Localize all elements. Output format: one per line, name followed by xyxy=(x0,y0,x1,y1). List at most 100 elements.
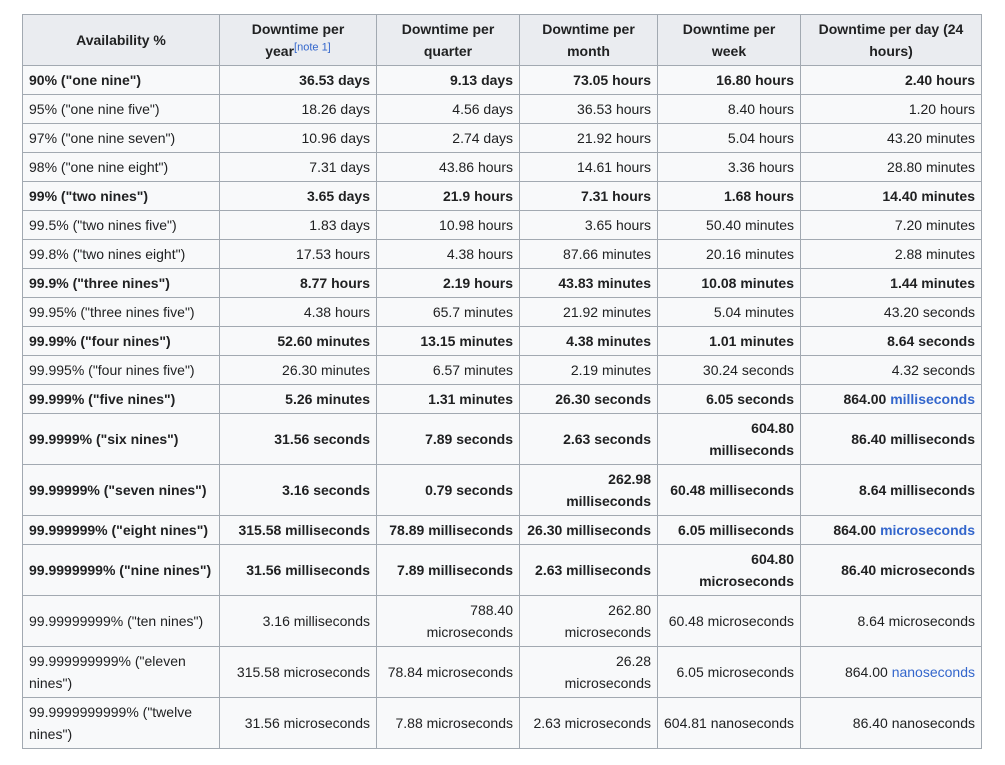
cell-value: 2.19 hours xyxy=(442,275,513,291)
cell-value: 604.80 milliseconds xyxy=(709,420,794,458)
cell-value: 99.9% ("three nines") xyxy=(29,275,170,291)
cell-value: 3.65 hours xyxy=(584,217,651,233)
downtime-day-cell: 864.00 milliseconds xyxy=(800,384,982,414)
cell-value: 10.96 days xyxy=(301,130,371,146)
table-row: 99.999999999% ("eleven nines") 315.58 mic… xyxy=(22,646,982,698)
table-row: 95% ("one nine five") 18.26 days 4.56 days… xyxy=(22,94,982,124)
downtime-year-cell: 3.16 seconds xyxy=(219,464,377,516)
cell-value: 99.995% ("four nines five") xyxy=(29,362,195,378)
downtime-day-cell: 8.64 seconds xyxy=(800,326,982,356)
cell-value: 1.20 hours xyxy=(908,101,975,117)
table-row: 99.99999% ("seven nines") 3.16 seconds 0.7… xyxy=(22,464,982,516)
table-row: 99.99999999% ("ten nines") 3.16 milliseco… xyxy=(22,595,982,647)
cell-value: 99.99999% ("seven nines") xyxy=(29,482,207,498)
downtime-week-cell: 5.04 minutes xyxy=(657,297,801,327)
cell-value: 36.53 days xyxy=(299,72,370,88)
cell-value: 18.26 days xyxy=(301,101,371,117)
table-row: 99.995% ("four nines five") 26.30 minutes… xyxy=(22,355,982,385)
unit-link[interactable]: milliseconds xyxy=(890,391,975,407)
cell-value: 43.83 minutes xyxy=(558,275,651,291)
downtime-week-cell: 30.24 seconds xyxy=(657,355,801,385)
downtime-quarter-cell: 10.98 hours xyxy=(376,210,520,240)
downtime-quarter-cell: 0.79 seconds xyxy=(376,464,520,516)
downtime-month-cell: 4.38 minutes xyxy=(519,326,658,356)
header-label: Availability % xyxy=(76,32,166,48)
downtime-year-cell: 315.58 microseconds xyxy=(219,646,377,698)
table-row: 99% ("two nines") 3.65 days 21.9 hours 7.31… xyxy=(22,181,982,211)
downtime-quarter-cell: 7.89 seconds xyxy=(376,413,520,465)
downtime-quarter-cell: 7.88 microseconds xyxy=(376,697,520,749)
cell-value: 4.56 days xyxy=(452,101,513,117)
cell-value: 10.98 hours xyxy=(439,217,513,233)
table-row: 98% ("one nine eight") 7.31 days 43.86 hou… xyxy=(22,152,982,182)
downtime-year-cell: 31.56 milliseconds xyxy=(219,544,377,596)
downtime-quarter-cell: 65.7 minutes xyxy=(376,297,520,327)
downtime-week-cell: 60.48 milliseconds xyxy=(657,464,801,516)
cell-value: 86.40 microseconds xyxy=(841,562,975,578)
cell-value: 26.28 microseconds xyxy=(564,653,651,691)
cell-value: 99.9999% ("six nines") xyxy=(29,431,179,447)
cell-value: 99.5% ("two nines five") xyxy=(29,217,177,233)
availability-cell: 99.995% ("four nines five") xyxy=(22,355,220,385)
cell-value: 65.7 minutes xyxy=(432,304,513,320)
cell-value: 95% ("one nine five") xyxy=(29,101,160,117)
cell-value: 4.32 seconds xyxy=(891,362,975,378)
downtime-month-cell: 43.83 minutes xyxy=(519,268,658,298)
downtime-year-cell: 18.26 days xyxy=(219,94,377,124)
cell-value: 4.38 hours xyxy=(303,304,370,320)
downtime-day-cell: 2.88 minutes xyxy=(800,239,982,269)
unit-link[interactable]: microseconds xyxy=(880,522,975,538)
table-row: 99.8% ("two nines eight") 17.53 hours 4.38… xyxy=(22,239,982,269)
cell-value: 60.48 microseconds xyxy=(668,613,794,629)
cell-value: 9.13 days xyxy=(449,72,513,88)
cell-value: 99.8% ("two nines eight") xyxy=(29,246,186,262)
downtime-month-cell: 73.05 hours xyxy=(519,65,658,95)
cell-value: 50.40 minutes xyxy=(706,217,794,233)
cell-value: 99.999% ("five nines") xyxy=(29,391,176,407)
downtime-year-cell: 31.56 seconds xyxy=(219,413,377,465)
unit-link[interactable]: nanoseconds xyxy=(892,664,975,680)
cell-value: 864.00 xyxy=(844,664,892,680)
cell-value: 17.53 hours xyxy=(296,246,370,262)
cell-value: 2.40 hours xyxy=(904,72,975,88)
cell-value: 5.04 hours xyxy=(727,130,794,146)
cell-value: 99.95% ("three nines five") xyxy=(29,304,195,320)
cell-value: 87.66 minutes xyxy=(563,246,651,262)
cell-value: 99.99999999% ("ten nines") xyxy=(29,613,204,629)
cell-value: 2.63 seconds xyxy=(563,431,651,447)
downtime-week-cell: 5.04 hours xyxy=(657,123,801,153)
header-downtime-year: Downtime per year[note 1] xyxy=(219,14,377,66)
table-row: 99.5% ("two nines five") 1.83 days 10.98 h… xyxy=(22,210,982,240)
downtime-month-cell: 26.30 seconds xyxy=(519,384,658,414)
cell-value: 7.20 minutes xyxy=(894,217,975,233)
cell-value: 4.38 hours xyxy=(446,246,513,262)
cell-value: 26.30 seconds xyxy=(555,391,651,407)
downtime-year-cell: 3.65 days xyxy=(219,181,377,211)
downtime-day-cell: 864.00 nanoseconds xyxy=(800,646,982,698)
cell-value: 21.92 hours xyxy=(577,130,651,146)
downtime-week-cell: 6.05 seconds xyxy=(657,384,801,414)
note-1-link[interactable]: [note 1] xyxy=(294,41,331,53)
downtime-year-cell: 17.53 hours xyxy=(219,239,377,269)
header-label: Downtime per month xyxy=(542,21,635,59)
availability-cell: 99.95% ("three nines five") xyxy=(22,297,220,327)
downtime-week-cell: 6.05 milliseconds xyxy=(657,515,801,545)
cell-value: 43.20 minutes xyxy=(887,130,975,146)
table-row: 97% ("one nine seven") 10.96 days 2.74 day… xyxy=(22,123,982,153)
cell-value: 52.60 minutes xyxy=(277,333,370,349)
downtime-month-cell: 7.31 hours xyxy=(519,181,658,211)
cell-value: 2.88 minutes xyxy=(894,246,975,262)
downtime-month-cell: 26.30 milliseconds xyxy=(519,515,658,545)
header-label: Downtime per week xyxy=(682,21,776,59)
availability-cell: 99.9999% ("six nines") xyxy=(22,413,220,465)
availability-cell: 98% ("one nine eight") xyxy=(22,152,220,182)
cell-value: 1.83 days xyxy=(309,217,370,233)
downtime-month-cell: 262.98 milliseconds xyxy=(519,464,658,516)
downtime-week-cell: 604.81 nanoseconds xyxy=(657,697,801,749)
downtime-year-cell: 10.96 days xyxy=(219,123,377,153)
downtime-year-cell: 8.77 hours xyxy=(219,268,377,298)
downtime-quarter-cell: 6.57 minutes xyxy=(376,355,520,385)
downtime-quarter-cell: 2.19 hours xyxy=(376,268,520,298)
availability-cell: 99.99% ("four nines") xyxy=(22,326,220,356)
cell-value: 3.16 milliseconds xyxy=(262,613,370,629)
